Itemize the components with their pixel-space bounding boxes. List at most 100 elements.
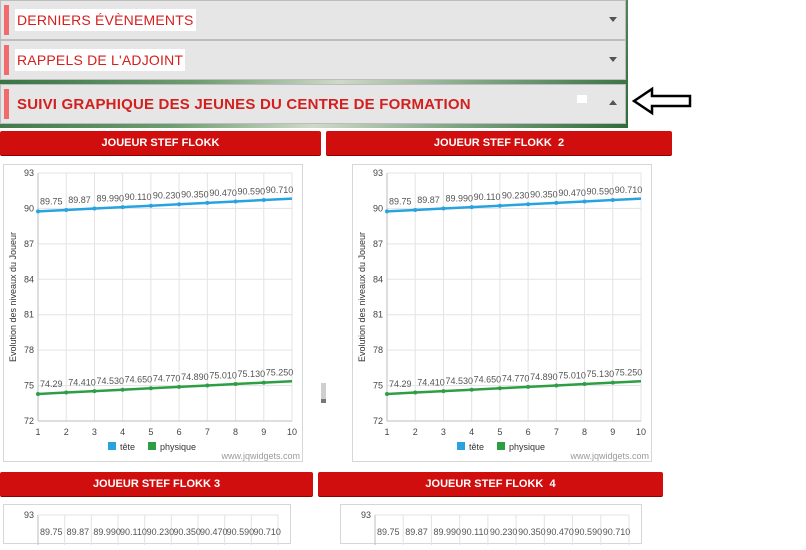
y-tick-label: 93 bbox=[361, 510, 371, 520]
data-point bbox=[385, 209, 389, 214]
data-label: 90.470 bbox=[546, 527, 574, 537]
panel-header-3[interactable]: JOUEUR STEF FLOKK 3 bbox=[0, 472, 313, 496]
watermark: www.jqwidgets.com bbox=[220, 451, 300, 461]
data-label: 90.470 bbox=[200, 527, 228, 537]
panel-header-4[interactable]: JOUEUR STEF FLOKK 4 bbox=[318, 472, 663, 496]
panel-header-1[interactable]: JOUEUR STEF FLOKK bbox=[0, 131, 321, 155]
data-label: 75.130 bbox=[238, 369, 266, 379]
data-label: 90.350 bbox=[173, 527, 201, 537]
data-label: 89.87 bbox=[67, 527, 90, 537]
y-tick-label: 90 bbox=[24, 203, 34, 213]
data-label: 74.770 bbox=[502, 373, 530, 383]
data-point bbox=[233, 382, 238, 387]
legend-swatch bbox=[148, 442, 156, 450]
data-point bbox=[148, 386, 153, 391]
y-tick-label: 75 bbox=[373, 381, 383, 391]
data-label: 74.530 bbox=[445, 376, 473, 386]
x-tick-label: 6 bbox=[177, 427, 182, 437]
y-tick-label: 81 bbox=[373, 310, 383, 320]
chevron-down-icon[interactable] bbox=[609, 57, 617, 62]
chart-panel-2: 72 75 78 81 84 87 90 93 1 2 3 4 5 6 7 8 9 10 Evolution des… bbox=[352, 164, 652, 462]
accordion-rappels-adjoint[interactable]: RAPPELS DE L'ADJOINT bbox=[0, 40, 626, 80]
data-point bbox=[554, 200, 559, 205]
data-point bbox=[36, 391, 40, 396]
data-label: 75.250 bbox=[266, 368, 294, 378]
data-label: 75.250 bbox=[615, 368, 643, 378]
y-tick-label: 81 bbox=[24, 310, 34, 320]
data-label: 74.890 bbox=[530, 372, 558, 382]
data-label: 89.990 bbox=[93, 527, 121, 537]
chevron-up-icon[interactable] bbox=[609, 100, 617, 105]
x-tick-label: 2 bbox=[64, 427, 69, 437]
accordion-label: SUIVI GRAPHIQUE DES JEUNES DU CENTRE DE … bbox=[17, 95, 471, 113]
accordion-label: DERNIERS ÉVÈNEMENTS bbox=[15, 9, 196, 31]
chart-panel-1: 72 75 78 81 84 87 90 93 1 2 3 4 5 6 7 8 9 10 Evolution des… bbox=[3, 164, 303, 462]
data-label: 90.110 bbox=[474, 192, 501, 202]
x-tick-label: 3 bbox=[92, 427, 97, 437]
chart-panel-3: 93 89.75 89.87 89.990 90.110 90.230 90.350 90.4… bbox=[3, 504, 291, 545]
data-label: 90.230 bbox=[502, 191, 530, 201]
data-label: 89.990 bbox=[433, 527, 461, 537]
data-label: 89.990 bbox=[96, 194, 124, 204]
data-point bbox=[413, 207, 418, 212]
data-label: 90.230 bbox=[153, 191, 181, 201]
data-point bbox=[497, 386, 502, 391]
panel-header-2[interactable]: JOUEUR STEF FLOKK 2 bbox=[326, 131, 672, 155]
accent-bar bbox=[4, 45, 9, 75]
data-label: 90.470 bbox=[209, 188, 237, 198]
x-tick-label: 7 bbox=[554, 427, 559, 437]
x-tick-label: 8 bbox=[582, 427, 587, 437]
y-tick-label: 75 bbox=[24, 381, 34, 391]
data-point bbox=[413, 390, 418, 395]
data-label: 89.87 bbox=[68, 195, 91, 205]
y-tick-label: 84 bbox=[373, 274, 383, 284]
data-label: 90.350 bbox=[518, 527, 546, 537]
data-point bbox=[177, 384, 182, 389]
data-point bbox=[148, 203, 153, 208]
data-label: 75.010 bbox=[558, 370, 586, 380]
legend-swatch bbox=[457, 442, 465, 450]
legend-label: physique bbox=[160, 442, 196, 452]
data-label: 90.110 bbox=[125, 192, 152, 202]
data-point bbox=[92, 206, 97, 211]
accordion-derniers-evenements[interactable]: DERNIERS ÉVÈNEMENTS bbox=[0, 0, 626, 40]
x-tick-label: 3 bbox=[441, 427, 446, 437]
data-label: 90.590 bbox=[587, 186, 615, 196]
data-point bbox=[120, 387, 125, 392]
y-tick-label: 84 bbox=[24, 274, 34, 284]
chevron-down-icon[interactable] bbox=[609, 17, 617, 22]
scroll-handle[interactable] bbox=[321, 383, 326, 403]
data-point bbox=[610, 380, 615, 385]
data-label: 74.650 bbox=[474, 375, 502, 385]
data-label: 90.230 bbox=[147, 527, 175, 537]
data-point bbox=[385, 391, 389, 396]
data-point bbox=[469, 387, 474, 392]
data-label: 89.990 bbox=[445, 194, 473, 204]
x-tick-label: 5 bbox=[148, 427, 153, 437]
data-point bbox=[526, 384, 531, 389]
y-tick-label: 78 bbox=[24, 345, 34, 355]
data-label: 90.710 bbox=[603, 527, 631, 537]
x-tick-label: 7 bbox=[205, 427, 210, 437]
legend-label: tête bbox=[469, 442, 484, 452]
x-tick-label: 10 bbox=[287, 427, 297, 437]
accent-bar bbox=[4, 5, 9, 35]
data-point bbox=[497, 203, 502, 208]
data-label: 89.87 bbox=[417, 195, 440, 205]
x-tick-label: 10 bbox=[636, 427, 646, 437]
data-point bbox=[469, 205, 474, 210]
legend-swatch bbox=[497, 442, 505, 450]
data-label: 89.75 bbox=[377, 527, 400, 537]
data-label: 89.75 bbox=[40, 527, 63, 537]
data-label: 74.29 bbox=[389, 379, 412, 389]
y-tick-label: 87 bbox=[24, 239, 34, 249]
data-point bbox=[582, 199, 587, 204]
data-point bbox=[582, 382, 587, 387]
line-chart-1: 72757881848790931 2 3 4 5 6 7 8 9 10Evolution des… bbox=[8, 168, 300, 461]
data-point bbox=[120, 205, 125, 210]
data-point bbox=[36, 209, 40, 214]
legend-swatch bbox=[108, 442, 116, 450]
chart-panel-4: 93 89.75 89.87 89.990 90.110 90.230 90.350 90.4… bbox=[340, 504, 642, 545]
accordion-suivi-graphique[interactable]: SUIVI GRAPHIQUE DES JEUNES DU CENTRE DE … bbox=[0, 84, 626, 124]
left-arrow-icon bbox=[632, 86, 692, 116]
